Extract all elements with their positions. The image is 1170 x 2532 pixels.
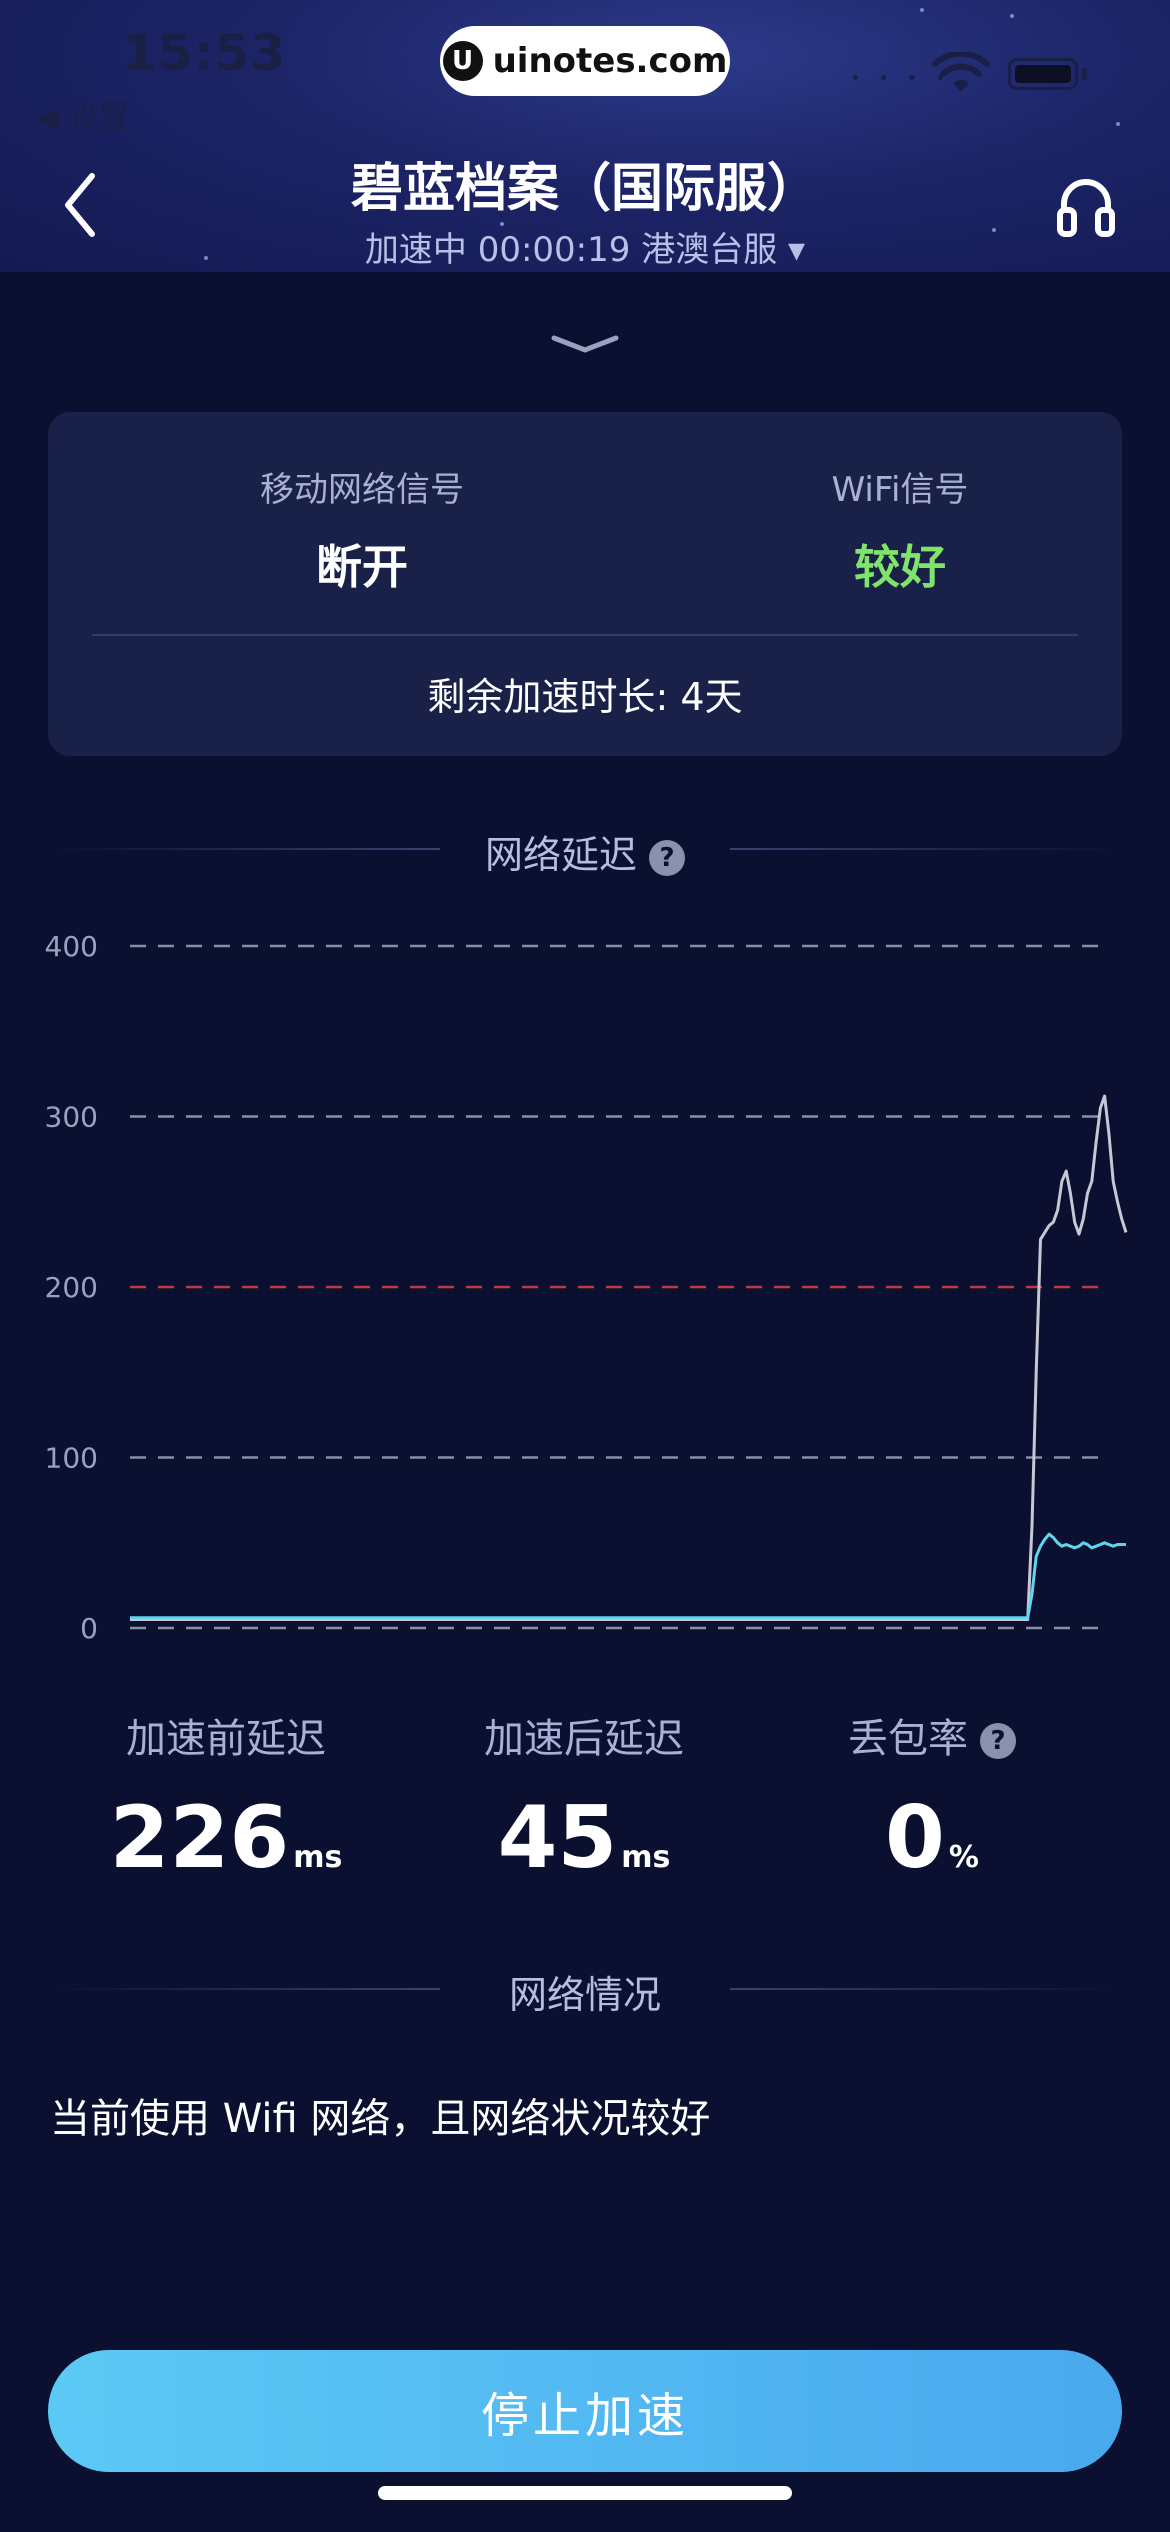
remaining-time: 剩余加速时长: 4天 bbox=[427, 675, 743, 719]
help-icon[interactable]: ? bbox=[649, 839, 685, 876]
mobile-signal-label: 移动网络信号 bbox=[260, 470, 464, 510]
stat-packet-loss-value: 0% bbox=[885, 1788, 979, 1888]
y-tick-label: 400 bbox=[45, 930, 98, 963]
network-status-text: 当前使用 Wifi 网络，且网络状况较好 bbox=[50, 2096, 711, 2142]
latency-chart: 400 300 200 100 0 bbox=[45, 930, 1128, 1645]
stat-after: 加速后延迟 45 ms bbox=[384, 1706, 784, 1888]
star-decoration bbox=[1116, 122, 1120, 126]
stop-acceleration-button[interactable]: 停止加速 bbox=[48, 2350, 1122, 2472]
collapse-chevron-icon[interactable] bbox=[550, 332, 620, 362]
watermark-text: uinotes.com bbox=[492, 41, 728, 81]
server-selector[interactable]: 加速中 00:00:19 港澳台服 ▾ bbox=[0, 222, 1170, 271]
header: 15:53 ◀ 设置 U uinotes.com • • • • 碧蓝档案（国际… bbox=[0, 0, 1170, 272]
star-decoration bbox=[1010, 14, 1014, 18]
y-tick-label: 200 bbox=[45, 1271, 98, 1304]
page-title: 碧蓝档案（国际服） bbox=[350, 159, 819, 219]
y-tick-label: 0 bbox=[80, 1612, 98, 1645]
home-indicator[interactable] bbox=[378, 2486, 792, 2500]
latency-section-header: 网络延迟? bbox=[0, 818, 1170, 878]
watermark-logo: U bbox=[442, 41, 483, 81]
network-section-title: 网络情况 bbox=[508, 1973, 661, 2017]
wifi-signal-value: 较好 bbox=[854, 540, 946, 594]
battery-cap bbox=[1082, 68, 1087, 80]
stat-after-label: 加速后延迟 bbox=[484, 1716, 684, 1762]
latency-section-title: 网络延迟? bbox=[0, 824, 1170, 879]
wifi-icon bbox=[932, 52, 990, 92]
y-tick-label: 100 bbox=[45, 1442, 98, 1475]
mobile-signal-value: 断开 bbox=[316, 540, 408, 594]
star-decoration bbox=[920, 8, 924, 12]
battery-icon bbox=[1008, 58, 1078, 90]
wifi-signal-label: WiFi信号 bbox=[831, 470, 969, 510]
network-section-header: 网络情况 bbox=[0, 1958, 1170, 2018]
stat-before-value: 226 ms bbox=[109, 1788, 343, 1888]
wifi-signal: WiFi信号 较好 bbox=[700, 462, 1100, 597]
y-tick-label: 300 bbox=[45, 1101, 98, 1134]
stat-packet-loss: 丢包率? 0% bbox=[732, 1706, 1132, 1888]
headset-icon[interactable] bbox=[1056, 174, 1116, 238]
stat-before: 加速前延迟 226 ms bbox=[26, 1706, 426, 1888]
latency-title-text: 网络延迟 bbox=[484, 833, 637, 877]
mobile-signal: 移动网络信号 断开 bbox=[162, 462, 562, 597]
watermark-badge: U uinotes.com bbox=[440, 26, 730, 96]
stat-after-value: 45 ms bbox=[497, 1788, 671, 1888]
stat-before-label: 加速前延迟 bbox=[126, 1716, 326, 1762]
signal-card: 移动网络信号 断开 WiFi信号 较好 剩余加速时长: 4天 bbox=[48, 412, 1122, 756]
series-line-after bbox=[130, 1532, 1126, 1620]
series-line-before bbox=[130, 1094, 1128, 1621]
help-icon[interactable]: ? bbox=[980, 1723, 1016, 1759]
back-to-app-link[interactable]: ◀ 设置 bbox=[36, 92, 129, 136]
status-time: 15:53 bbox=[122, 24, 287, 82]
stat-packet-loss-label: 丢包率? bbox=[732, 1706, 1132, 1764]
card-divider bbox=[92, 634, 1078, 636]
